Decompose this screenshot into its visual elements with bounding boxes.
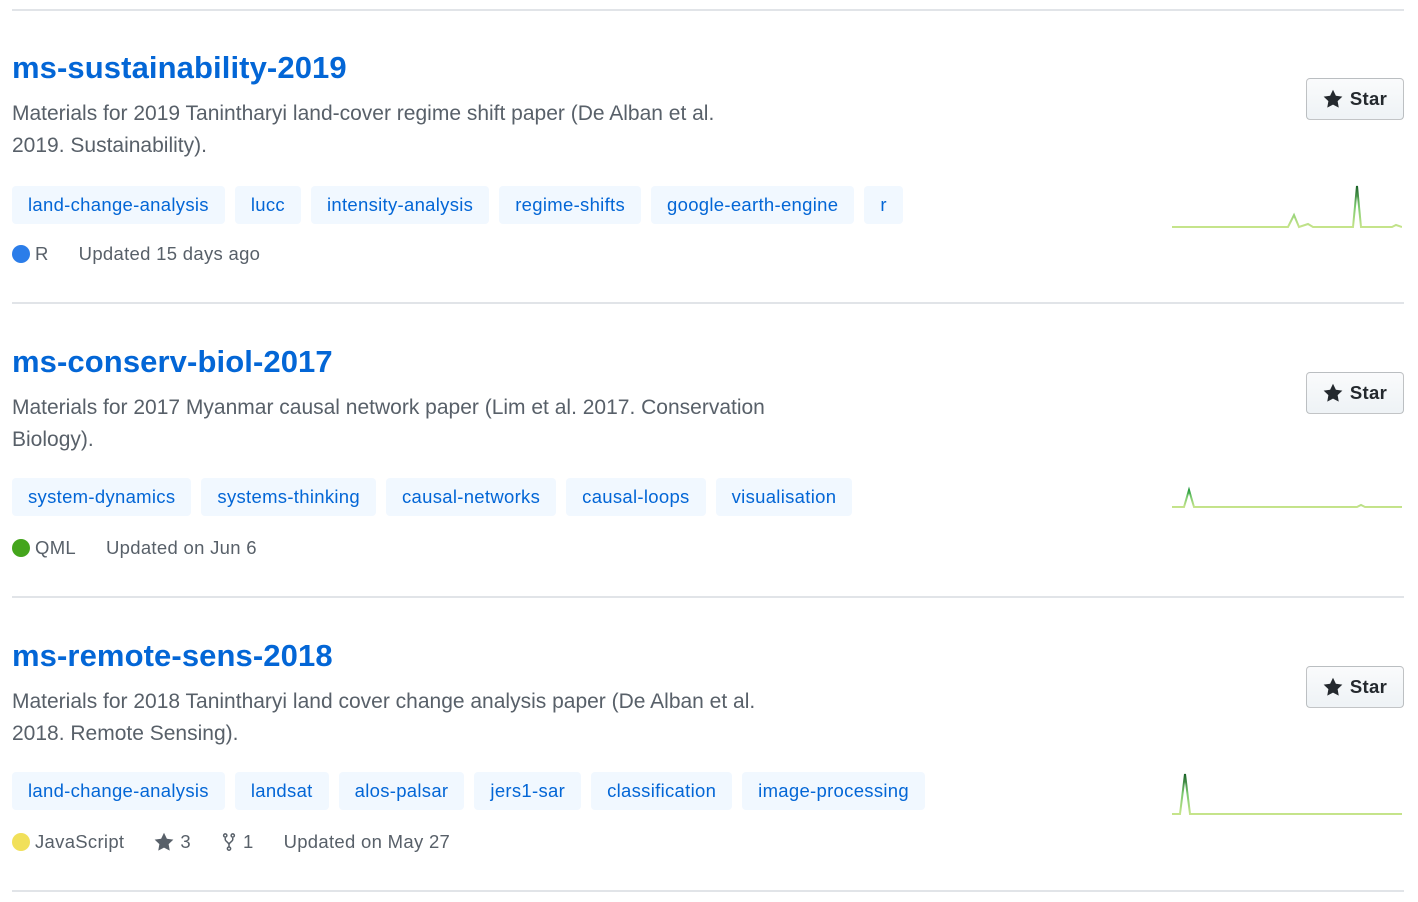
language-label: JavaScript xyxy=(35,831,125,852)
topic-tag[interactable]: land-change-analysis xyxy=(12,186,225,224)
activity-sparkline xyxy=(1172,773,1402,815)
topic-tag[interactable]: image-processing xyxy=(742,772,925,810)
repo-meta: QML Updated on Jun 6 xyxy=(12,536,257,560)
topic-tag[interactable]: intensity-analysis xyxy=(310,186,490,224)
updated-label: Updated on May 27 xyxy=(283,831,451,852)
repo-item: ms-remote-sens-2018 Materials for 2018 T… xyxy=(12,598,1404,890)
topic-tag[interactable]: causal-loops xyxy=(566,478,706,516)
star-button[interactable]: Star xyxy=(1306,78,1404,120)
stargazers-count: 3 xyxy=(180,831,191,852)
topic-tag[interactable]: landsat xyxy=(234,772,329,810)
language-color-dot xyxy=(12,539,30,557)
updated-label: Updated on Jun 6 xyxy=(106,537,257,558)
updated-label: Updated 15 days ago xyxy=(78,243,261,264)
topic-tag[interactable]: lucc xyxy=(234,186,301,224)
repo-forked-icon xyxy=(222,833,236,852)
forks-count: 1 xyxy=(242,831,254,852)
topic-tag[interactable]: systems-thinking xyxy=(201,478,376,516)
topic-list: land-change-analysis lucc intensity-anal… xyxy=(12,186,903,224)
repository-list: ms-sustainability-2019 Materials for 201… xyxy=(0,0,1418,902)
repo-item: ms-sustainability-2019 Materials for 201… xyxy=(12,10,1404,302)
topic-tag[interactable]: regime-shifts xyxy=(499,186,642,224)
repo-description: Materials for 2018 Tanintharyi land cove… xyxy=(12,690,756,745)
topic-tag[interactable]: alos-palsar xyxy=(338,772,465,810)
repo-name-link[interactable]: ms-remote-sens-2018 xyxy=(12,638,333,674)
star-icon xyxy=(1323,89,1343,108)
topic-tag[interactable]: system-dynamics xyxy=(12,478,192,516)
topic-list: land-change-analysis landsat alos-palsar… xyxy=(12,772,925,810)
divider xyxy=(12,890,1404,892)
repo-item: ms-conserv-biol-2017 Materials for 2017 … xyxy=(12,304,1404,596)
topic-tag[interactable]: causal-networks xyxy=(385,478,557,516)
topic-list: system-dynamics systems-thinking causal-… xyxy=(12,478,853,516)
topic-tag[interactable]: r xyxy=(864,186,903,224)
language-label: QML xyxy=(35,537,76,558)
topic-tag[interactable]: google-earth-engine xyxy=(651,186,855,224)
language-color-dot xyxy=(12,833,30,851)
repo-meta: R Updated 15 days ago xyxy=(12,242,260,266)
repo-name-link[interactable]: ms-conserv-biol-2017 xyxy=(12,344,333,380)
star-icon xyxy=(1323,677,1343,696)
activity-sparkline xyxy=(1172,486,1402,508)
repo-description: Materials for 2017 Myanmar causal networ… xyxy=(12,396,765,451)
topic-tag[interactable]: jers1-sar xyxy=(474,772,582,810)
language-label: R xyxy=(35,243,49,264)
stargazers-link[interactable]: 3 xyxy=(154,831,191,853)
star-icon xyxy=(155,832,174,851)
forks-link[interactable]: 1 xyxy=(221,831,254,853)
language-color-dot xyxy=(12,245,30,263)
topic-tag[interactable]: land-change-analysis xyxy=(12,772,225,810)
repo-meta: JavaScript 3 1 Updated on May 27 xyxy=(12,830,450,854)
star-button-label: Star xyxy=(1349,382,1388,403)
star-button-label: Star xyxy=(1349,676,1388,697)
star-icon xyxy=(1323,383,1343,402)
star-button-label: Star xyxy=(1349,88,1388,109)
star-button[interactable]: Star xyxy=(1306,666,1404,708)
repo-description: Materials for 2019 Tanintharyi land-cove… xyxy=(12,102,715,157)
topic-tag[interactable]: visualisation xyxy=(715,478,853,516)
repo-name-link[interactable]: ms-sustainability-2019 xyxy=(12,50,347,86)
star-button[interactable]: Star xyxy=(1306,372,1404,414)
topic-tag[interactable]: classification xyxy=(591,772,733,810)
activity-sparkline xyxy=(1172,185,1402,229)
